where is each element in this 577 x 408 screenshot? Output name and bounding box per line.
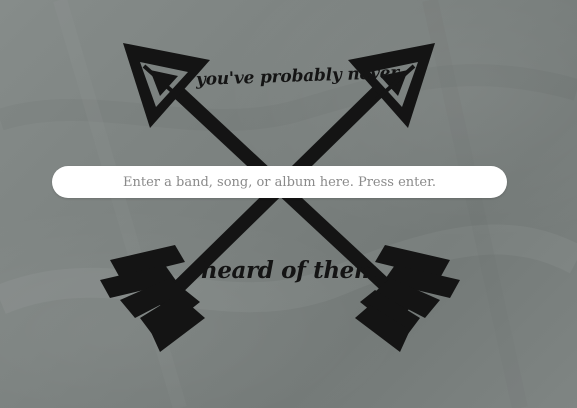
search-input[interactable]: [52, 166, 507, 198]
tagline-bottom: heard of them: [201, 257, 378, 284]
search-bar[interactable]: [52, 166, 507, 198]
crossed-arrows-icon: [100, 43, 460, 352]
